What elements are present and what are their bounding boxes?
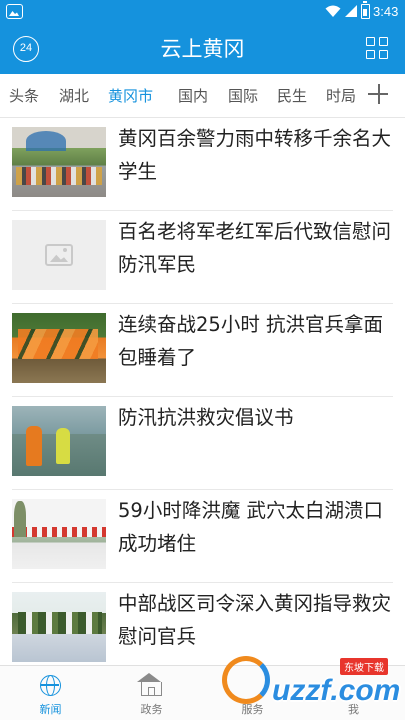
flood-rescue-photo: [12, 406, 106, 476]
signal-icon: [345, 5, 357, 17]
tab-hubei[interactable]: 湖北: [59, 74, 89, 118]
news-headline[interactable]: 59小时降洪魔 武穴太白湖溃口成功堵住: [118, 494, 393, 560]
brand-24-logo-icon[interactable]: 24: [13, 36, 39, 62]
grid-menu-icon[interactable]: [366, 37, 390, 61]
news-headline[interactable]: 中部战区司令深入黄冈指导救灾慰问官兵: [118, 587, 393, 653]
tab-huanggang[interactable]: 黄冈市: [108, 74, 153, 118]
watermark-tag: 东坡下载: [340, 658, 388, 675]
globe-icon: [40, 675, 61, 696]
nav-label: 新闻: [39, 703, 62, 716]
levee-repair-photo: [12, 499, 106, 569]
tab-toutiao[interactable]: 头条: [9, 74, 39, 118]
add-channel-icon[interactable]: [367, 82, 391, 106]
building-icon: [137, 673, 162, 696]
status-time: 3:43: [373, 4, 399, 19]
tab-current-affairs[interactable]: 时局: [326, 74, 356, 118]
news-item[interactable]: 防汛抗洪救灾倡议书: [12, 397, 393, 490]
app-header: 云上黄冈 24: [0, 24, 405, 74]
gallery-notification-icon: [6, 4, 23, 19]
news-item[interactable]: 百名老将军老红军后代致信慰问防汛军民: [12, 211, 393, 304]
news-headline[interactable]: 百名老将军老红军后代致信慰问防汛军民: [118, 215, 393, 281]
image-placeholder: [12, 220, 106, 290]
nav-government[interactable]: 政务: [101, 666, 202, 720]
tab-international[interactable]: 国际: [228, 74, 258, 118]
news-list: 黄冈百余警力雨中转移千余名大学生 百名老将军老红军后代致信慰问防汛军民 连续奋战…: [0, 118, 405, 665]
tab-livelihood[interactable]: 民生: [277, 74, 307, 118]
uzzf-watermark: 东坡下载 uzzf.com: [222, 650, 405, 720]
commander-visit-photo: [12, 592, 106, 662]
news-item[interactable]: 黄冈百余警力雨中转移千余名大学生: [12, 118, 393, 211]
channel-tabs: 头条 湖北 黄冈市 国内 国际 民生 时局: [0, 74, 405, 118]
news-headline[interactable]: 连续奋战25小时 抗洪官兵拿面包睡着了: [118, 308, 393, 374]
nav-news[interactable]: 新闻: [0, 666, 101, 720]
watermark-brand: uzzf.com: [272, 674, 401, 707]
tab-domestic[interactable]: 国内: [178, 74, 208, 118]
news-item[interactable]: 59小时降洪魔 武穴太白湖溃口成功堵住: [12, 490, 393, 583]
wifi-icon: [325, 5, 341, 17]
news-headline[interactable]: 防汛抗洪救灾倡议书: [118, 401, 393, 434]
soldiers-resting-photo: [12, 313, 106, 383]
image-placeholder-icon: [45, 244, 73, 266]
battery-icon: [361, 1, 370, 19]
news-headline[interactable]: 黄冈百余警力雨中转移千余名大学生: [118, 122, 393, 188]
watermark-logo-icon: [222, 656, 270, 704]
nav-label: 政务: [140, 703, 163, 716]
status-bar: 3:43: [0, 0, 405, 24]
app-title: 云上黄冈: [160, 37, 245, 61]
students-evacuation-photo: [12, 127, 106, 197]
news-item[interactable]: 连续奋战25小时 抗洪官兵拿面包睡着了: [12, 304, 393, 397]
